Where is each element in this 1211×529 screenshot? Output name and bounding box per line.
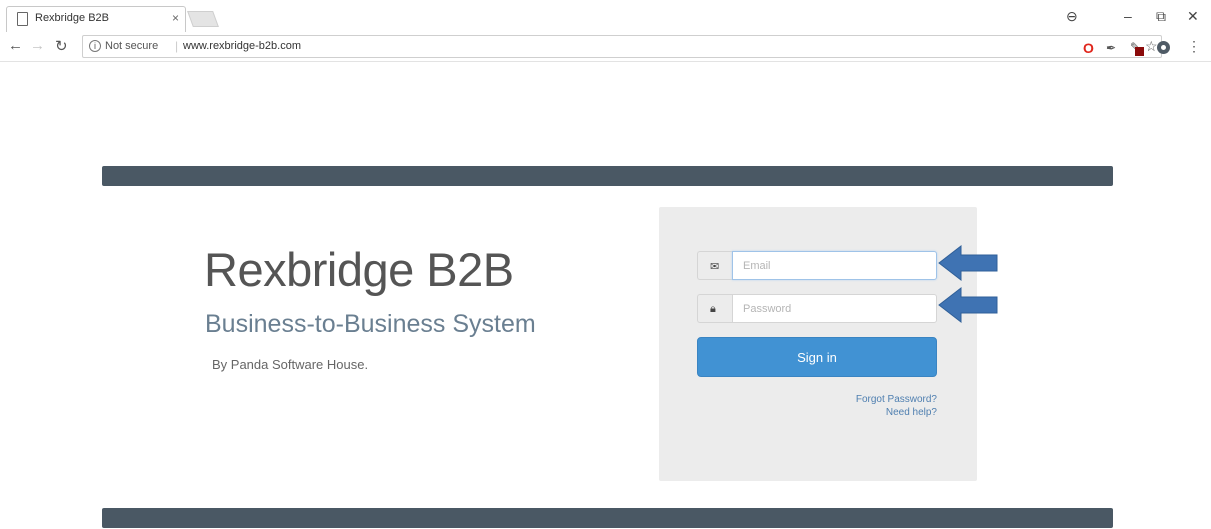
circle-extension-icon[interactable] — [1157, 41, 1170, 54]
forgot-password-link[interactable]: Forgot Password? — [856, 394, 937, 405]
account-icon[interactable]: ⊖ — [1066, 8, 1078, 25]
page-title: Rexbridge B2B — [204, 243, 514, 296]
minimize-icon[interactable]: – — [1124, 8, 1132, 24]
pen-extension-icon[interactable]: ✒ — [1106, 41, 1116, 55]
forward-arrow-icon[interactable]: → — [30, 37, 45, 54]
annotate-extension-icon[interactable]: ✎ — [1130, 40, 1144, 56]
footer-bar — [102, 508, 1113, 528]
tab-title: Rexbridge B2B — [35, 12, 109, 24]
address-bar[interactable]: i Not secure | www.rexbridge-b2b.com ☆ — [82, 35, 1162, 58]
opera-extension-icon[interactable]: O — [1083, 40, 1094, 56]
password-addon: 🔒︎ — [697, 294, 732, 323]
window-close-icon[interactable]: ✕ — [1187, 8, 1199, 25]
bookmark-star-icon[interactable]: ☆ — [1145, 38, 1158, 55]
left-arrow-icon — [938, 244, 998, 282]
info-icon[interactable]: i — [89, 40, 101, 52]
kebab-menu-icon[interactable]: ⋮ — [1187, 38, 1201, 55]
new-tab-button[interactable] — [187, 11, 219, 27]
reload-icon[interactable]: ↻ — [55, 37, 68, 55]
sign-in-button[interactable]: Sign in — [697, 337, 937, 377]
back-arrow-icon[interactable]: ← — [8, 37, 23, 54]
login-panel: ✉ 🔒︎ Sign in Forgot Password? Need help? — [659, 207, 977, 481]
email-input[interactable] — [732, 251, 937, 280]
browser-toolbar: ← → ↻ i Not secure | www.rexbridge-b2b.c… — [0, 32, 1211, 62]
email-input-group: ✉ — [697, 251, 937, 280]
security-label[interactable]: Not secure — [105, 40, 158, 52]
byline: By Panda Software House. — [212, 357, 369, 372]
lock-icon: 🔒︎ — [710, 303, 716, 315]
page-subtitle: Business-to-Business System — [205, 310, 536, 338]
restore-icon[interactable]: ⧉ — [1156, 8, 1166, 25]
password-input-group: 🔒︎ — [697, 294, 937, 323]
email-addon: ✉ — [697, 251, 732, 280]
url-divider: | — [175, 39, 179, 53]
browser-tab[interactable]: Rexbridge B2B × — [6, 6, 186, 32]
envelope-icon: ✉ — [710, 261, 720, 273]
left-arrow-icon — [938, 286, 998, 324]
browser-tab-strip: Rexbridge B2B × ⊖ – ⧉ ✕ — [0, 0, 1211, 32]
header-bar — [102, 166, 1113, 186]
need-help-link[interactable]: Need help? — [886, 407, 937, 418]
page-favicon-icon — [17, 12, 28, 26]
password-input[interactable] — [732, 294, 937, 323]
url-text[interactable]: www.rexbridge-b2b.com — [183, 40, 301, 52]
tab-close-icon[interactable]: × — [172, 11, 179, 25]
red-square-icon — [1135, 47, 1144, 56]
